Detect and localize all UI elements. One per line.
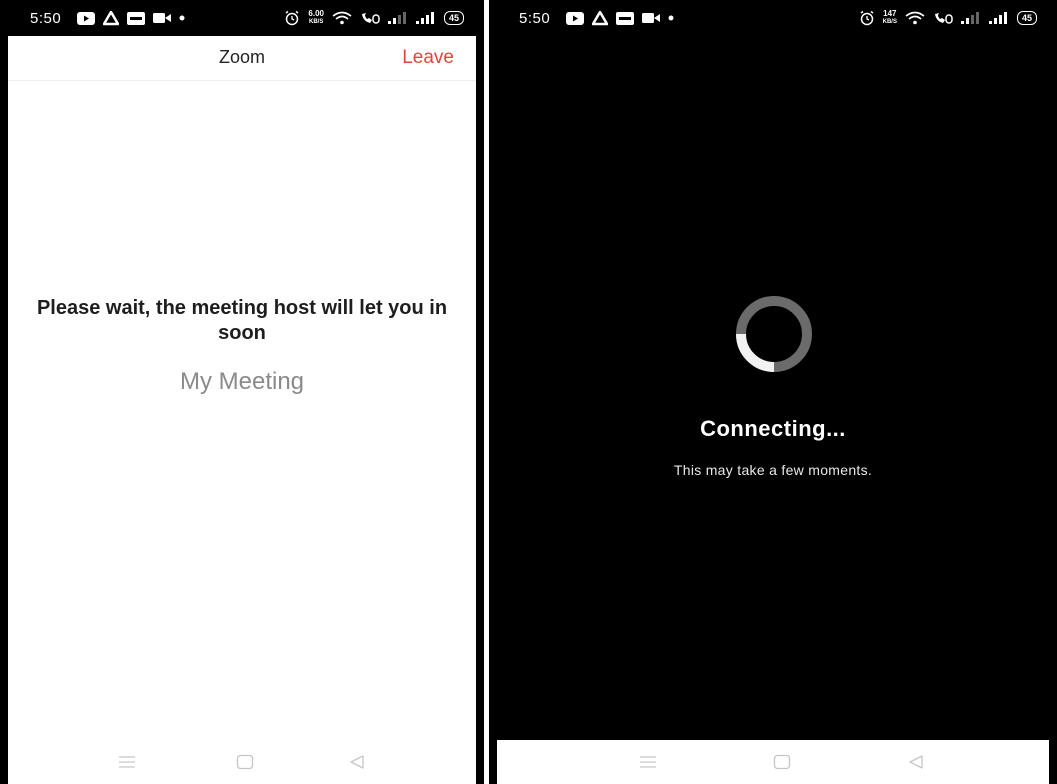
alarm-icon (859, 10, 875, 26)
signal-icon (960, 12, 981, 24)
status-time: 5:50 (519, 9, 551, 27)
status-time: 5:50 (30, 9, 62, 27)
network-speed: 147 KB/S (882, 9, 897, 26)
video-call-icon (642, 12, 661, 24)
youtube-icon (566, 11, 585, 25)
wifi-icon (905, 11, 925, 25)
waiting-message: Please wait, the meeting host will let y… (36, 297, 448, 344)
menu-icon[interactable] (637, 752, 659, 772)
meeting-name: My Meeting (179, 368, 305, 395)
call-icon (360, 11, 380, 25)
home-icon[interactable] (234, 752, 256, 772)
home-icon[interactable] (771, 752, 793, 772)
dot-icon (179, 15, 185, 21)
call-icon (933, 11, 953, 25)
loading-spinner-icon (716, 294, 832, 374)
navigation-bar (497, 740, 1049, 784)
signal-icon (387, 12, 408, 24)
menu-icon[interactable] (116, 752, 138, 772)
battery-icon: 45 (443, 11, 464, 25)
signal-icon (415, 12, 436, 24)
app-icon (127, 11, 146, 25)
phone-screenshot-connecting: 5:50 147 KB/S 45 Connecting... This may … (489, 0, 1057, 784)
connecting-screen: Connecting... This may take a few moment… (497, 36, 1049, 784)
battery-icon: 45 (1016, 11, 1037, 25)
alarm-icon (284, 10, 300, 26)
wifi-icon (332, 11, 352, 25)
video-call-icon (153, 12, 172, 24)
status-bar: 5:50 6.00 KB/S 45 (0, 0, 484, 36)
youtube-icon (77, 11, 96, 25)
top-app-bar: Zoom Leave (8, 36, 476, 81)
phone-screenshot-waiting-room: 5:50 6.00 KB/S 45 Zoom Leave Please wait… (0, 0, 484, 784)
waiting-room-screen: Zoom Leave Please wait, the meeting host… (8, 36, 476, 784)
drive-icon (592, 10, 609, 26)
back-icon[interactable] (346, 752, 368, 772)
leave-button[interactable]: Leave (402, 47, 454, 69)
signal-icon (988, 12, 1009, 24)
network-speed: 6.00 KB/S (308, 9, 324, 26)
status-bar: 5:50 147 KB/S 45 (489, 0, 1057, 36)
navigation-bar (8, 740, 476, 784)
dot-icon (668, 15, 674, 21)
app-icon (616, 11, 635, 25)
connecting-subtitle: This may take a few moments. (673, 462, 873, 478)
connecting-title: Connecting... (700, 416, 846, 441)
drive-icon (103, 10, 120, 26)
back-icon[interactable] (905, 752, 927, 772)
